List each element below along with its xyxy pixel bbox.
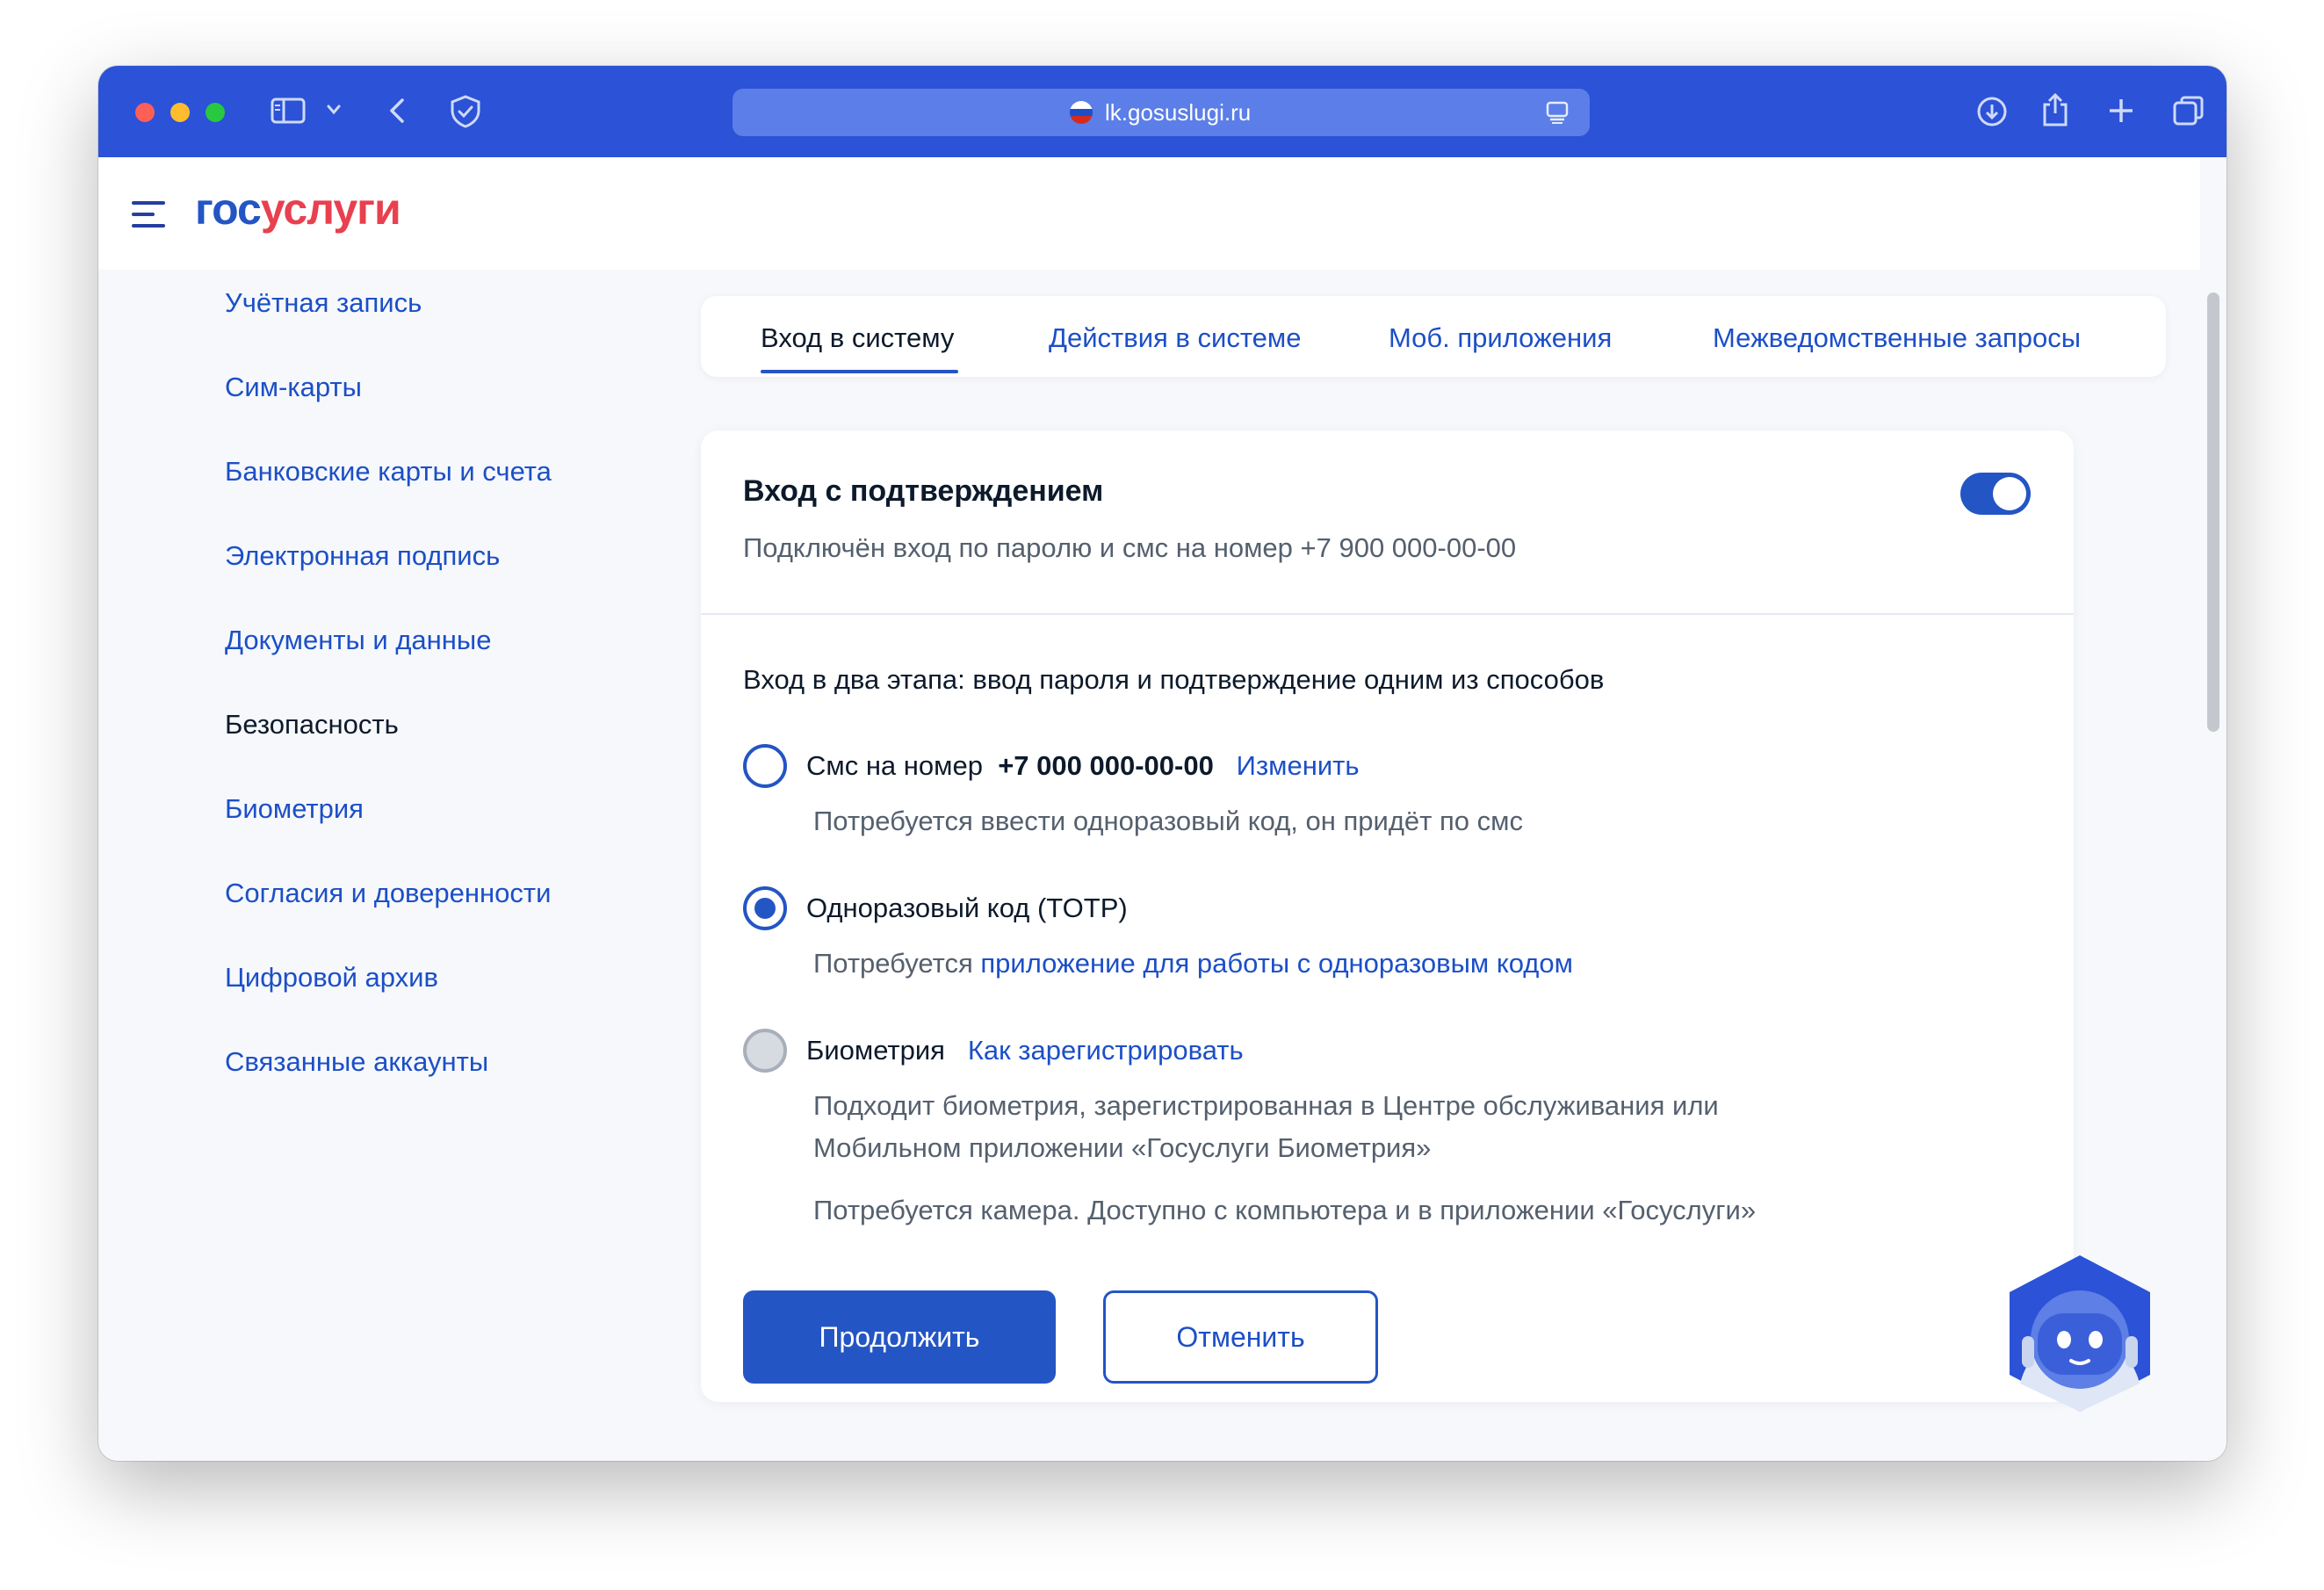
sidebar-item-security[interactable]: Безопасность (225, 707, 552, 791)
sidebar-toggle-icon[interactable] (271, 98, 306, 124)
new-tab-icon[interactable] (2108, 98, 2134, 124)
radio-dot (754, 898, 776, 919)
card-subtitle: Подключён вход по паролю и смс на номер … (743, 532, 1517, 563)
tab-interagency-requests[interactable]: Межведомственные запросы (1713, 322, 2081, 354)
cancel-button[interactable]: Отменить (1103, 1290, 1378, 1384)
change-phone-link[interactable]: Изменить (1237, 750, 1360, 781)
chevron-down-icon[interactable] (327, 105, 341, 115)
browser-toolbar: lk.gosuslugi.ru (98, 66, 2227, 157)
download-icon[interactable] (1976, 96, 2008, 127)
url-text: lk.gosuslugi.ru (1105, 99, 1252, 126)
tab-mobile-apps[interactable]: Моб. приложения (1389, 322, 1612, 354)
share-icon[interactable] (2041, 92, 2069, 127)
address-bar[interactable]: lk.gosuslugi.ru (733, 89, 1590, 136)
sms-phone: +7 000 000-00-00 (998, 750, 1214, 781)
sidebar-item-documents[interactable]: Документы и данные (225, 623, 552, 707)
browser-window: lk.gosuslugi.ru госуслуги Учётная запись… (98, 66, 2227, 1461)
section-title: Вход в два этапа: ввод пароля и подтверж… (743, 664, 1605, 695)
zoom-window-button[interactable] (206, 103, 225, 122)
shield-icon[interactable] (448, 94, 483, 129)
reader-mode-icon[interactable] (1546, 101, 1569, 128)
active-tab-indicator (761, 370, 958, 373)
option-biometrics-description-3: Потребуется камера. Доступно с компьютер… (813, 1195, 1757, 1225)
tab-login[interactable]: Вход в систему (761, 322, 954, 354)
tabs-overview-icon[interactable] (2173, 95, 2205, 126)
gosuslugi-logo[interactable]: госуслуги (195, 184, 401, 235)
option-biometrics-description-1: Подходит биометрия, зарегистрированная в… (813, 1090, 1719, 1121)
radio-biometrics[interactable] (743, 1029, 787, 1073)
confirmation-toggle[interactable] (1960, 473, 2031, 515)
toggle-knob (1993, 477, 2026, 510)
sidebar-item-linked-accounts[interactable]: Связанные аккаунты (225, 1044, 552, 1129)
sidebar-item-sim-cards[interactable]: Сим-карты (225, 370, 552, 454)
sidebar-nav: Учётная запись Сим-карты Банковские карт… (225, 285, 552, 1129)
option-sms-description: Потребуется ввести одноразовый код, он п… (813, 806, 1523, 836)
sidebar-item-bank-cards[interactable]: Банковские карты и счета (225, 454, 552, 538)
option-biometrics-label: Биометрия Как зарегистрировать (806, 1035, 1244, 1066)
assistant-robot-icon[interactable] (2003, 1252, 2157, 1415)
sidebar-item-consents[interactable]: Согласия и доверенности (225, 876, 552, 960)
card-title: Вход с подтверждением (743, 474, 1104, 508)
login-confirmation-card: Вход с подтверждением Подключён вход по … (701, 430, 2074, 1402)
sidebar-item-biometrics[interactable]: Биометрия (225, 791, 552, 876)
sidebar-item-e-signature[interactable]: Электронная подпись (225, 538, 552, 623)
how-to-register-link[interactable]: Как зарегистрировать (968, 1035, 1244, 1066)
divider (701, 613, 2074, 615)
minimize-window-button[interactable] (170, 103, 190, 122)
menu-icon[interactable] (132, 201, 165, 228)
site-header: госуслуги (98, 157, 2200, 270)
continue-button[interactable]: Продолжить (743, 1290, 1056, 1384)
security-tabs: Вход в систему Действия в системе Моб. п… (701, 296, 2166, 377)
scrollbar-thumb[interactable] (2207, 293, 2219, 732)
option-sms-label: Смс на номер +7 000 000-00-00 Изменить (806, 750, 1360, 781)
radio-totp[interactable] (743, 886, 787, 930)
close-window-button[interactable] (135, 103, 155, 122)
option-totp-description: Потребуется приложение для работы с одно… (813, 948, 1573, 979)
option-totp-label: Одноразовый код (TOTP) (806, 893, 1128, 923)
back-icon[interactable] (388, 98, 406, 124)
sidebar-item-account[interactable]: Учётная запись (225, 285, 552, 370)
tab-actions[interactable]: Действия в системе (1049, 322, 1301, 354)
sidebar-item-digital-archive[interactable]: Цифровой архив (225, 960, 552, 1044)
option-biometrics-description-2: Мобильном приложении «Госуслуги Биометри… (813, 1132, 1432, 1163)
totp-app-link[interactable]: приложение для работы с одноразовым кодо… (980, 948, 1573, 979)
russia-flag-icon (1070, 101, 1093, 124)
radio-sms[interactable] (743, 744, 787, 788)
